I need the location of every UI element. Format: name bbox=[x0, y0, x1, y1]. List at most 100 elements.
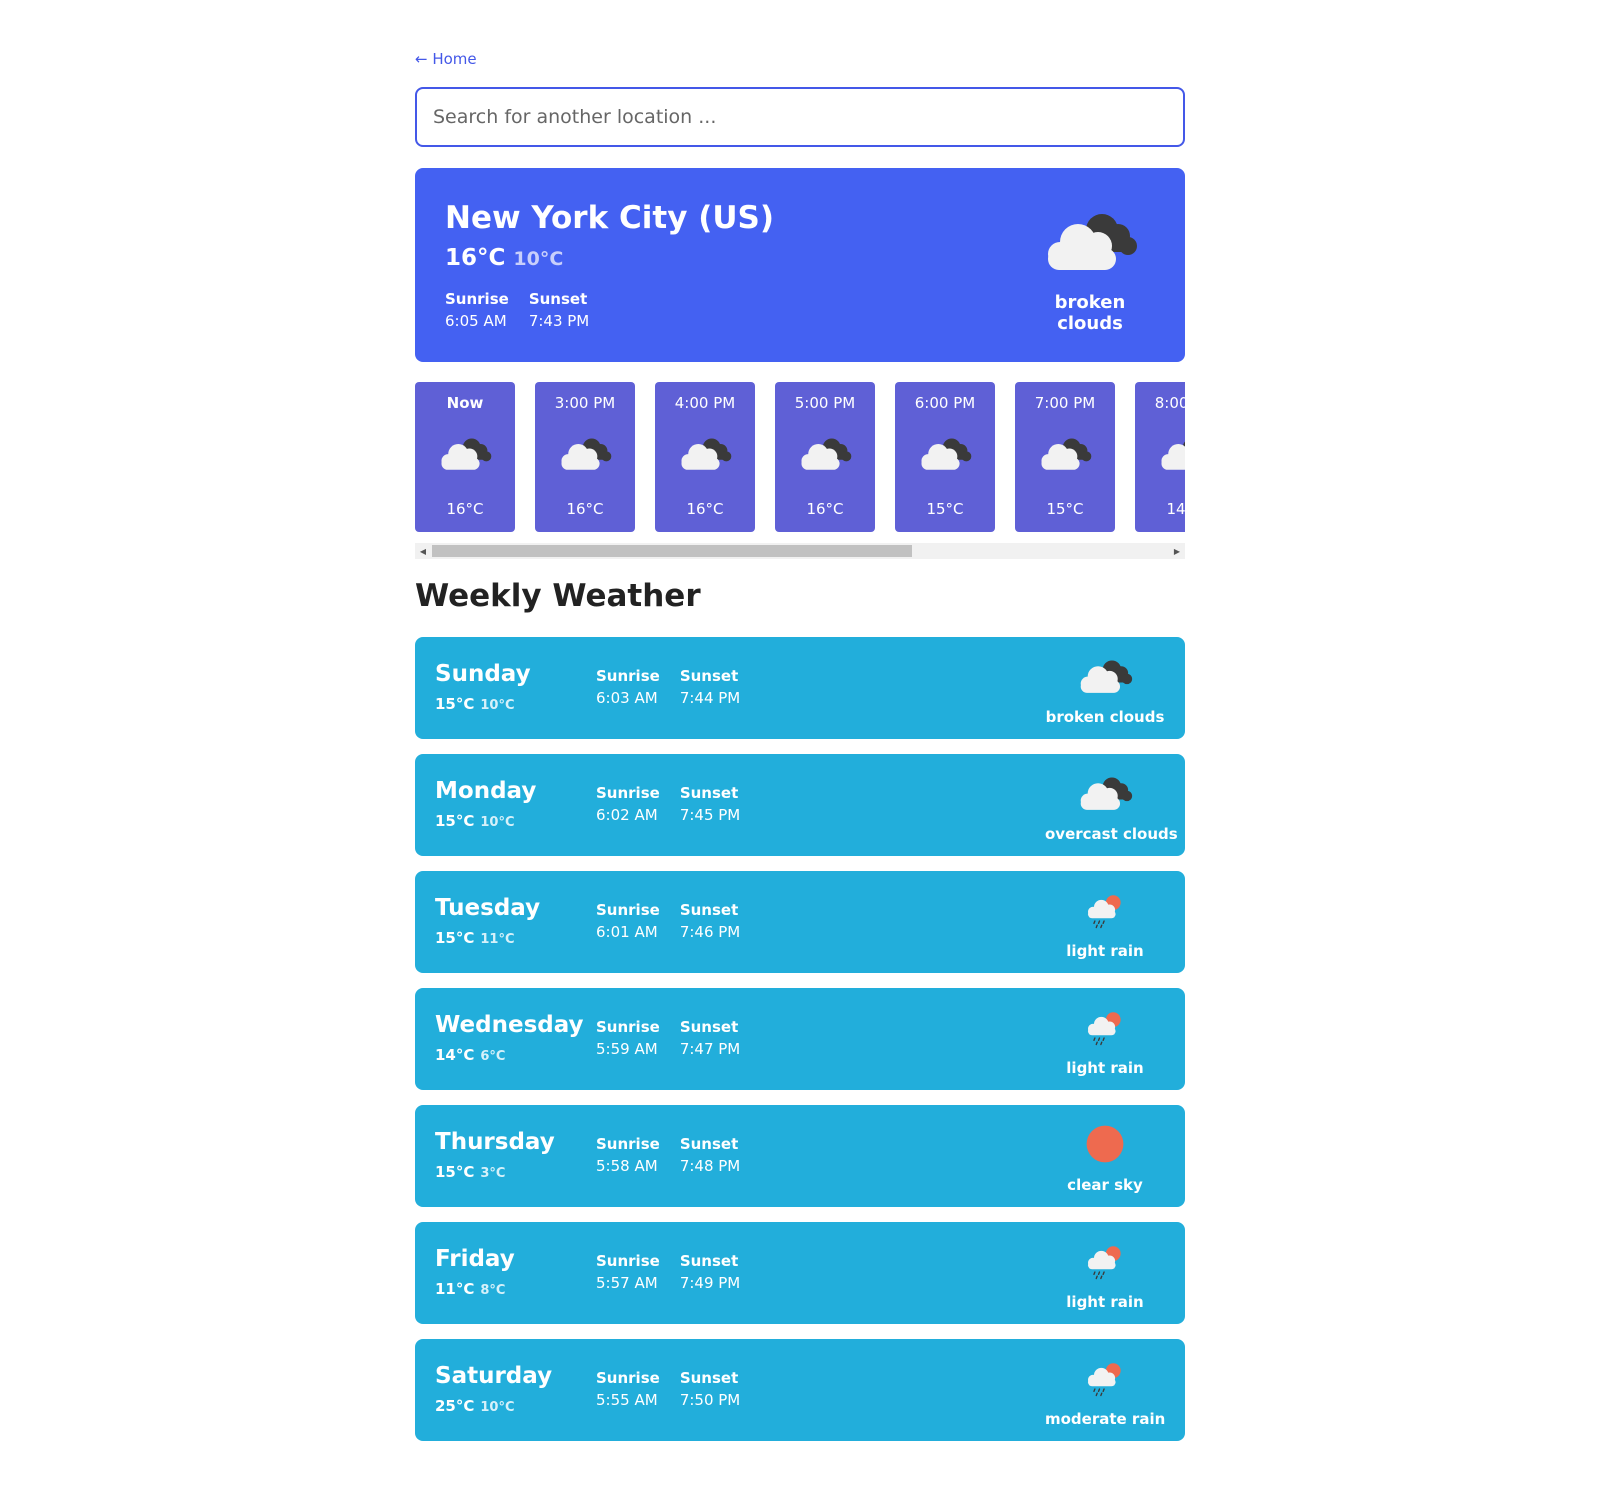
sunset-label: Sunset bbox=[679, 1252, 739, 1270]
sunset-time: 7:50 PM bbox=[679, 1391, 741, 1409]
sunrise-label: Sunrise bbox=[596, 784, 660, 802]
sun-icon bbox=[1085, 1124, 1125, 1164]
city-title: New York City (US) bbox=[445, 200, 775, 236]
day-high-temp: 14°C bbox=[435, 1046, 475, 1064]
current-weather-card: New York City (US) 16°C 10°C Sunrise 6:05… bbox=[415, 168, 1185, 362]
sunrise-block: Sunrise 5:58 AM bbox=[596, 1135, 660, 1175]
scroll-left-arrow-icon[interactable]: ◀ bbox=[415, 543, 431, 559]
sunrise-block: Sunrise 5:59 AM bbox=[596, 1018, 660, 1058]
day-low-temp: 8°C bbox=[480, 1283, 506, 1298]
sunrise-time: 5:55 AM bbox=[596, 1391, 658, 1409]
weekly-heading-bold: Weekly bbox=[415, 578, 542, 614]
location-search-input[interactable] bbox=[415, 87, 1185, 147]
hourly-card: 6:00 PM 15°C bbox=[895, 382, 995, 532]
sunset-block: Sunset 7:49 PM bbox=[680, 1252, 740, 1292]
sunrise-time: 6:03 AM bbox=[596, 689, 658, 707]
scrollbar-thumb[interactable] bbox=[432, 545, 912, 557]
day-sun-times: Sunrise 5:55 AM Sunset 7:50 PM bbox=[596, 1369, 740, 1409]
day-name: Thursday bbox=[435, 1129, 555, 1155]
day-condition: moderate rain bbox=[1045, 1355, 1165, 1428]
sunset-label: Sunset bbox=[679, 901, 739, 919]
home-link[interactable]: ← Home bbox=[415, 50, 477, 68]
sunset-time: 7:45 PM bbox=[679, 806, 741, 824]
day-card-tuesday: Tuesday 15°C 11°C Sunrise 6:01 AM Sunset 7:… bbox=[415, 871, 1185, 973]
weekly-weather-heading: Weekly Weather bbox=[415, 578, 701, 614]
hour-temp: 16°C bbox=[566, 500, 604, 518]
hourly-card: Now 16°C bbox=[415, 382, 515, 532]
hourly-card: 5:00 PM 16°C bbox=[775, 382, 875, 532]
sunset-block: Sunset 7:46 PM bbox=[680, 901, 740, 941]
day-condition: light rain bbox=[1045, 1004, 1165, 1077]
weekly-heading-rest: Weather bbox=[541, 578, 701, 614]
hour-temp: 15°C bbox=[1046, 500, 1084, 518]
hour-time: 3:00 PM bbox=[554, 394, 616, 412]
broken-clouds-icon bbox=[557, 435, 613, 471]
hour-temp: 14°C bbox=[1166, 500, 1185, 518]
sunrise-label: Sunrise bbox=[596, 901, 660, 919]
hour-time: 4:00 PM bbox=[674, 394, 736, 412]
day-temps: 15°C 10°C bbox=[435, 695, 515, 713]
hourly-card: 4:00 PM 16°C bbox=[655, 382, 755, 532]
sunset-time: 7:47 PM bbox=[679, 1040, 741, 1058]
sunset-label: Sunset bbox=[679, 1369, 739, 1387]
day-temps: 15°C 11°C bbox=[435, 929, 515, 947]
sunrise-label: Sunrise bbox=[596, 1135, 660, 1153]
hour-time: 8:00 PM bbox=[1154, 394, 1185, 412]
day-high-temp: 15°C bbox=[435, 929, 475, 947]
day-low-temp: 10°C bbox=[480, 698, 515, 713]
day-name: Saturday bbox=[435, 1363, 553, 1389]
hourly-forecast-scroller[interactable]: Now 16°C 3:00 PM 16°C 4:00 PM 16°C 5:00 … bbox=[415, 382, 1185, 562]
day-sun-times: Sunrise 5:57 AM Sunset 7:49 PM bbox=[596, 1252, 740, 1292]
hourly-card: 7:00 PM 15°C bbox=[1015, 382, 1115, 532]
sunset-block: Sunset 7:48 PM bbox=[680, 1135, 740, 1175]
sunset-block: Sunset 7:45 PM bbox=[680, 784, 740, 824]
day-high-temp: 15°C bbox=[435, 812, 475, 830]
condition-label: light rain bbox=[1066, 942, 1144, 960]
sunset-time: 7:48 PM bbox=[679, 1157, 741, 1175]
scroll-right-arrow-icon[interactable]: ▶ bbox=[1169, 543, 1185, 559]
sunrise-label: Sunrise bbox=[445, 290, 509, 308]
sunset-label: Sunset bbox=[679, 784, 739, 802]
day-temps: 14°C 6°C bbox=[435, 1046, 505, 1064]
day-card-thursday: Thursday 15°C 3°C Sunrise 5:58 AM Sunset 7:… bbox=[415, 1105, 1185, 1207]
sunset-label: Sunset bbox=[679, 667, 739, 685]
day-sun-times: Sunrise 6:02 AM Sunset 7:45 PM bbox=[596, 784, 740, 824]
day-card-saturday: Saturday 25°C 10°C Sunrise 5:55 AM Sunset 7… bbox=[415, 1339, 1185, 1441]
broken-clouds-icon bbox=[797, 435, 853, 471]
day-name: Monday bbox=[435, 778, 537, 804]
sunrise-block: Sunrise 6:05 AM bbox=[445, 290, 509, 330]
sunset-label: Sunset bbox=[679, 1018, 739, 1036]
day-low-temp: 3°C bbox=[480, 1166, 506, 1181]
condition-label: clear sky bbox=[1067, 1176, 1143, 1194]
day-condition: overcast clouds bbox=[1045, 770, 1178, 843]
broken-clouds-icon bbox=[677, 435, 733, 471]
sunset-label: Sunset bbox=[679, 1135, 739, 1153]
day-name: Friday bbox=[435, 1246, 515, 1272]
hour-time: 5:00 PM bbox=[794, 394, 856, 412]
broken-clouds-icon bbox=[1076, 774, 1134, 811]
day-condition: broken clouds bbox=[1045, 653, 1165, 726]
sunrise-block: Sunrise 5:55 AM bbox=[596, 1369, 660, 1409]
day-card-friday: Friday 11°C 8°C Sunrise 5:57 AM Sunset 7:49… bbox=[415, 1222, 1185, 1324]
hour-temp: 15°C bbox=[926, 500, 964, 518]
day-sun-times: Sunrise 6:03 AM Sunset 7:44 PM bbox=[596, 667, 740, 707]
hourly-card: 8:00 PM 14°C bbox=[1135, 382, 1185, 532]
day-temps: 15°C 3°C bbox=[435, 1163, 505, 1181]
sunset-block: Sunset 7:44 PM bbox=[680, 667, 740, 707]
day-low-temp: 10°C bbox=[480, 1400, 515, 1415]
hourly-track: Now 16°C 3:00 PM 16°C 4:00 PM 16°C 5:00 … bbox=[415, 382, 1185, 532]
current-sun-times: Sunrise 6:05 AM Sunset 7:43 PM bbox=[445, 290, 589, 330]
current-low-temp: 10°C bbox=[513, 248, 564, 270]
hour-time: 7:00 PM bbox=[1034, 394, 1096, 412]
day-sun-times: Sunrise 5:58 AM Sunset 7:48 PM bbox=[596, 1135, 740, 1175]
sunset-time: 7:46 PM bbox=[679, 923, 741, 941]
sunset-block: Sunset 7:43 PM bbox=[529, 290, 589, 330]
sunset-label: Sunset bbox=[528, 290, 588, 308]
day-temps: 25°C 10°C bbox=[435, 1397, 515, 1415]
broken-clouds-icon bbox=[1076, 657, 1134, 694]
sunrise-block: Sunrise 5:57 AM bbox=[596, 1252, 660, 1292]
horizontal-scrollbar[interactable]: ◀ ▶ bbox=[415, 543, 1185, 559]
sunrise-time: 6:02 AM bbox=[596, 806, 658, 824]
day-card-wednesday: Wednesday 14°C 6°C Sunrise 5:59 AM Sunset 7… bbox=[415, 988, 1185, 1090]
day-temps: 11°C 8°C bbox=[435, 1280, 505, 1298]
